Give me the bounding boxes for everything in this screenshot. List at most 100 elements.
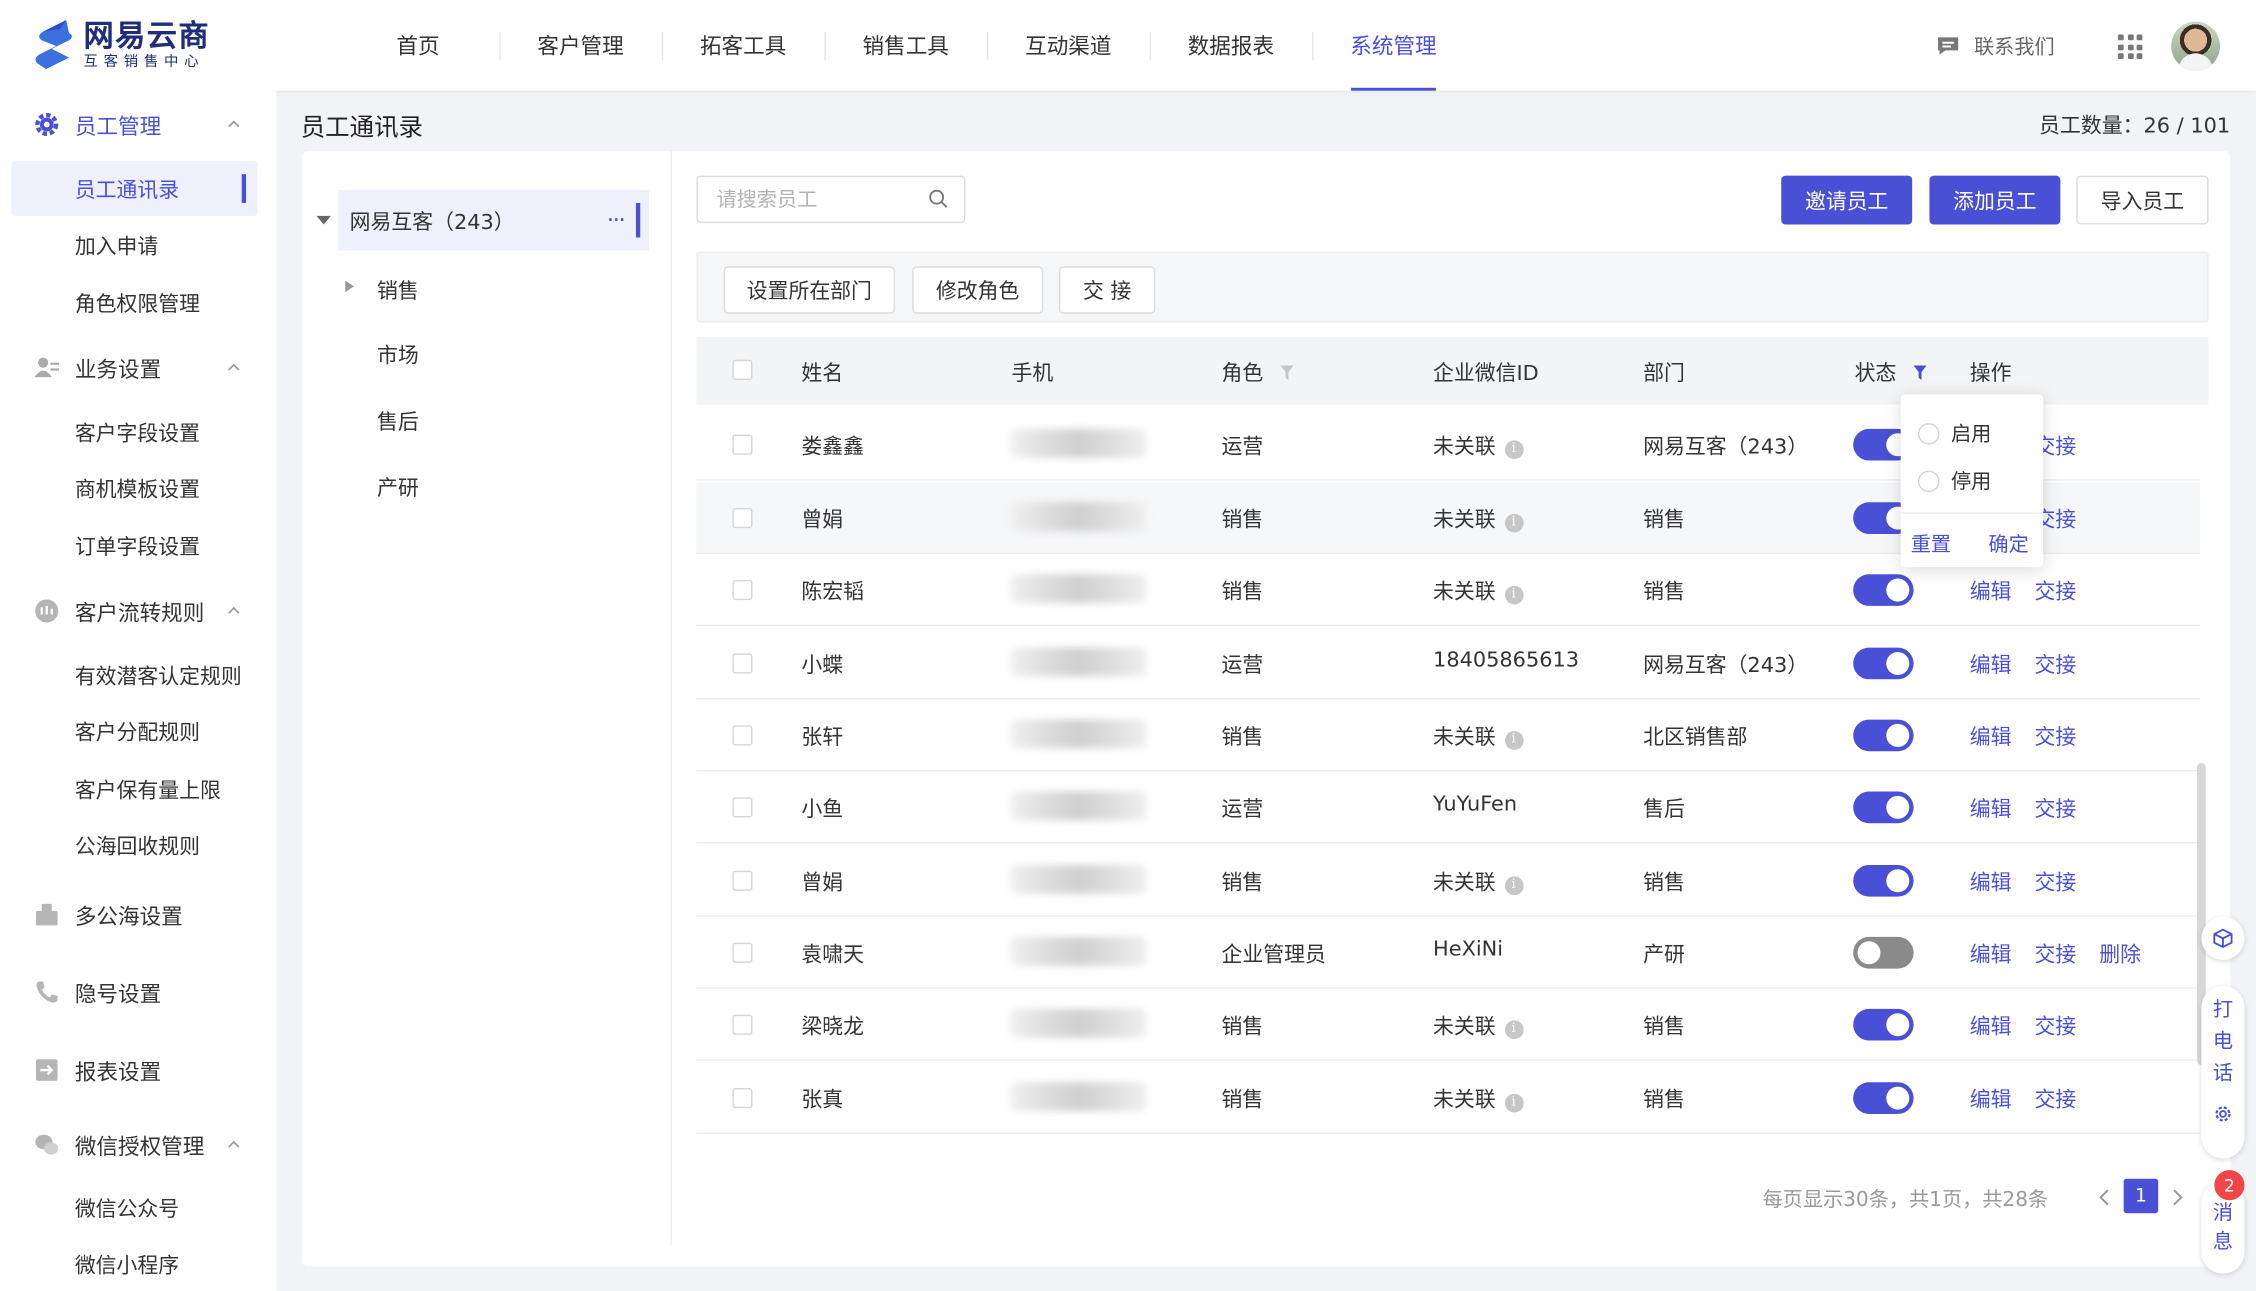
handover-button[interactable]: 交 接 — [1058, 266, 1156, 314]
row-checkbox[interactable] — [732, 1014, 753, 1035]
info-icon[interactable]: i — [1504, 585, 1523, 605]
delete-link[interactable]: 删除 — [2099, 938, 2141, 968]
tree-node-after-sales[interactable]: 售后 — [377, 406, 419, 436]
status-option-disabled[interactable]: 停用 — [1917, 466, 1991, 495]
table-row[interactable]: 曾娟 销售 未关联 i 销售 编辑交接 — [696, 845, 2200, 917]
search-icon[interactable] — [928, 189, 948, 209]
status-filter-icon[interactable] — [1913, 365, 1927, 380]
sidebar-group-employee-management[interactable]: 员工管理 — [0, 96, 276, 154]
handover-link[interactable]: 交接 — [2034, 793, 2076, 823]
contact-us-link[interactable]: 联系我们 — [1937, 32, 2055, 61]
handover-link[interactable]: 交接 — [2034, 938, 2076, 968]
nav-sales-tools[interactable]: 销售工具 — [824, 0, 987, 91]
edit-link[interactable]: 编辑 — [1970, 721, 2012, 751]
row-checkbox[interactable] — [732, 434, 753, 455]
status-toggle[interactable] — [1853, 574, 1914, 606]
edit-link[interactable]: 编辑 — [1970, 866, 2012, 896]
handover-link[interactable]: 交接 — [2034, 1084, 2076, 1114]
edit-link[interactable]: 编辑 — [1970, 938, 2012, 968]
caret-down-icon[interactable] — [316, 215, 331, 225]
sidebar-group-hidden-number[interactable]: 隐号设置 — [0, 964, 276, 1022]
edit-link[interactable]: 编辑 — [1970, 793, 2012, 823]
tree-node-root[interactable]: 网易互客（243） ··· — [338, 189, 649, 251]
sidebar-item-assignment-rules[interactable]: 客户分配规则 — [12, 704, 258, 759]
edit-link[interactable]: 编辑 — [1970, 649, 2012, 679]
handover-link[interactable]: 交接 — [2034, 866, 2076, 896]
nav-data-reports[interactable]: 数据报表 — [1149, 0, 1313, 91]
status-toggle[interactable] — [1853, 791, 1914, 824]
filter-confirm-button[interactable]: 确定 — [1988, 530, 2028, 559]
search-input[interactable] — [696, 175, 966, 224]
table-row[interactable]: 小鱼 运营 YuYuFen 售后 编辑 交接 — [696, 771, 2200, 844]
nav-interaction-channels[interactable]: 互动渠道 — [987, 0, 1150, 91]
nav-home[interactable]: 首页 — [337, 0, 500, 91]
sidebar-item-retention-limit[interactable]: 客户保有量上限 — [12, 761, 258, 816]
nav-system-management[interactable]: 系统管理 — [1312, 0, 1475, 91]
sidebar-group-wechat-auth[interactable]: 微信授权管理 — [0, 1117, 276, 1175]
change-role-button[interactable]: 修改角色 — [912, 266, 1044, 314]
sidebar-item-opportunity-templates[interactable]: 商机模板设置 — [12, 461, 258, 516]
edit-link[interactable]: 编辑 — [1970, 1010, 2012, 1040]
filter-icon[interactable] — [1280, 365, 1294, 380]
sidebar-item-wechat-mini[interactable]: 微信小程序 — [12, 1236, 258, 1291]
filter-reset-button[interactable]: 重置 — [1911, 530, 1951, 559]
table-row[interactable]: 张真 销售 未关联 i 销售 编辑 交接 — [696, 1062, 2200, 1135]
row-checkbox[interactable] — [732, 797, 753, 818]
status-toggle[interactable] — [1853, 1082, 1914, 1114]
table-row[interactable]: 梁晓龙 销售 未关联 i 销售 编辑 交接 — [696, 989, 2200, 1061]
row-checkbox[interactable] — [732, 870, 753, 891]
row-checkbox[interactable] — [732, 942, 753, 963]
status-toggle[interactable] — [1853, 719, 1914, 752]
table-row[interactable]: 张轩 销售 未关联 i 北区销售部 编辑 交接 — [696, 699, 2200, 772]
sidebar-group-multi-pool[interactable]: 多公海设置 — [0, 887, 276, 945]
info-icon[interactable]: i — [1504, 876, 1523, 896]
handover-link[interactable]: 交接 — [2034, 721, 2076, 751]
user-avatar[interactable] — [2171, 21, 2221, 71]
info-icon[interactable]: i — [1504, 440, 1523, 460]
info-icon[interactable]: i — [1504, 1020, 1523, 1040]
handover-link[interactable]: 交接 — [2034, 649, 2076, 679]
sidebar-item-lead-rules[interactable]: 有效潜客认定规则 — [12, 648, 258, 703]
sidebar-item-wechat-official[interactable]: 微信公众号 — [12, 1180, 258, 1235]
tree-node-marketing[interactable]: 市场 — [377, 340, 419, 370]
status-toggle[interactable] — [1853, 864, 1914, 897]
info-icon[interactable]: i — [1504, 731, 1523, 750]
row-checkbox[interactable] — [732, 653, 753, 674]
info-icon[interactable]: i — [1504, 1093, 1523, 1113]
handover-link[interactable]: 交接 — [2034, 576, 2076, 606]
sidebar-item-pool-recycle-rules[interactable]: 公海回收规则 — [12, 817, 258, 872]
invite-employee-button[interactable]: 邀请员工 — [1781, 175, 1913, 225]
sidebar-item-employee-directory[interactable]: 员工通讯录 — [11, 161, 258, 216]
info-icon[interactable]: i — [1504, 513, 1523, 533]
sidebar-item-customer-fields[interactable]: 客户字段设置 — [12, 404, 258, 459]
import-employee-button[interactable]: 导入员工 — [2076, 175, 2209, 225]
edit-link[interactable]: 编辑 — [1970, 576, 2012, 606]
call-button[interactable]: 打电话 — [2201, 985, 2245, 1159]
pagination-current-page[interactable]: 1 — [2123, 1178, 2159, 1214]
tree-node-sales[interactable]: 销售 — [377, 275, 419, 305]
row-checkbox[interactable] — [732, 508, 753, 529]
sidebar-item-role-permissions[interactable]: 角色权限管理 — [12, 275, 258, 330]
handover-link[interactable]: 交接 — [2034, 1010, 2076, 1040]
sidebar-item-join-requests[interactable]: 加入申请 — [12, 217, 258, 272]
chevron-left-icon[interactable] — [2096, 1187, 2113, 1207]
select-all-checkbox[interactable] — [732, 359, 753, 380]
app-grid-icon[interactable] — [2117, 34, 2143, 60]
nav-prospecting-tools[interactable]: 拓客工具 — [661, 0, 825, 91]
row-checkbox[interactable] — [732, 1088, 753, 1109]
sidebar-item-order-fields[interactable]: 订单字段设置 — [12, 518, 258, 573]
cube-button[interactable] — [2201, 916, 2245, 960]
nav-customer-management[interactable]: 客户管理 — [499, 0, 662, 91]
sidebar-group-report-settings[interactable]: 报表设置 — [0, 1042, 276, 1100]
set-department-button[interactable]: 设置所在部门 — [723, 266, 895, 314]
status-toggle[interactable] — [1853, 936, 1914, 969]
brand-logo[interactable]: 网易云商 互客销售中心 — [32, 17, 210, 72]
chevron-right-icon[interactable] — [2168, 1187, 2185, 1207]
radio-icon[interactable] — [1917, 469, 1940, 492]
table-row[interactable]: 袁啸天 企业管理员 HeXiNi 产研 编辑 交接 删除 — [696, 917, 2200, 989]
add-employee-button[interactable]: 添加员工 — [1929, 175, 2061, 225]
more-icon[interactable]: ··· — [607, 206, 626, 233]
status-toggle[interactable] — [1853, 1008, 1914, 1041]
status-toggle[interactable] — [1853, 647, 1914, 680]
radio-icon[interactable] — [1917, 422, 1940, 444]
